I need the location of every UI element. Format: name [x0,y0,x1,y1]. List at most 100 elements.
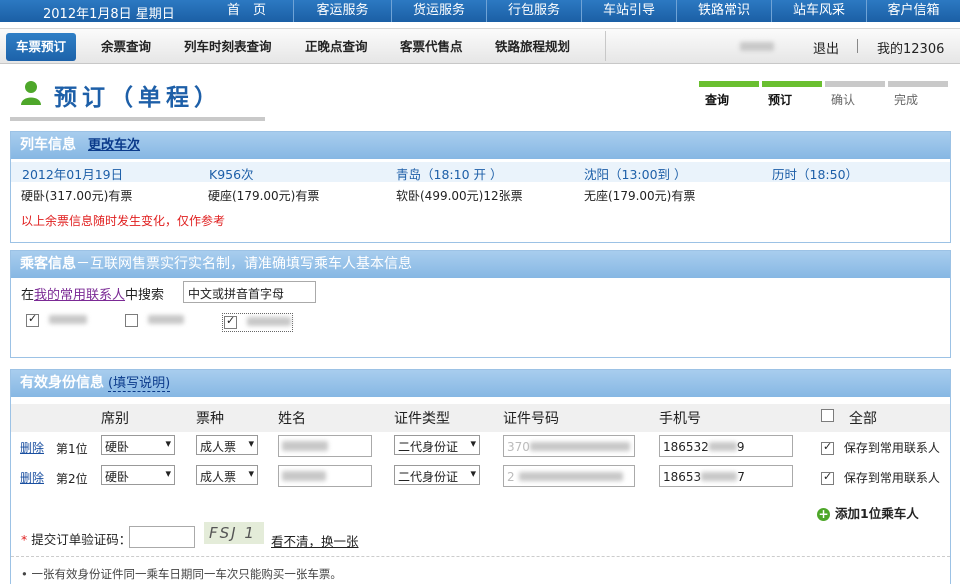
passenger-info-header: 乘客信息－互联网售票实行实名制，请准确填写乘车人基本信息 [11,251,950,278]
panel-note: －互联网售票实行实名制，请准确填写乘车人基本信息 [76,256,412,272]
phone-blurred [701,472,738,481]
phone-suffix: 7 [737,470,745,484]
passenger-info-panel: 乘客信息－互联网售票实行实名制，请准确填写乘车人基本信息 在我的常用联系人中搜索… [10,250,951,358]
travel-date: 2012年01月19日 [22,167,124,182]
add-passenger-button[interactable]: + 添加1位乘车人 [817,503,919,522]
captcha-label: * 提交订单验证码： [21,529,131,548]
seat-hard-seat: 硬座(179.00元)有票 [208,189,320,203]
phone-input[interactable]: 18653 7 [659,465,793,487]
sub-nav: 车票预订 余票查询 列车时刻表查询 正晚点查询 客票代售点 铁路旅程规划 退出 … [0,28,960,64]
delete-link[interactable]: 删除 [20,439,44,456]
save-contact-option[interactable]: 保存到常用联系人 [821,469,940,486]
user-icon [21,81,41,105]
col-name: 姓名 [278,411,306,427]
current-date: 2012年1月8日 星期日 [43,7,175,22]
col-seat-class: 席别 [101,411,129,427]
contact-search-label: 在我的常用联系人中搜索 [21,284,164,303]
id-info-panel: 有效身份信息 (填写说明) 席别 票种 姓名 证件类型 证件号码 手机号 全部 删… [10,369,951,584]
captcha-input[interactable] [129,526,195,548]
id-number-blurred [529,442,630,451]
contact-search-input[interactable]: 中文或拼音首字母 [183,281,316,303]
ticket-type-select[interactable]: 成人票 [196,465,258,485]
nav-rail-knowledge[interactable]: 铁路常识 [676,0,771,22]
panel-title: 列车信息 [20,137,76,153]
id-type-select[interactable]: 二代身份证 [394,435,480,455]
fill-instructions-link[interactable]: (填写说明) [108,376,171,392]
phone-prefix: 186532 [663,440,709,454]
save-contact-option[interactable]: 保存到常用联系人 [821,439,940,456]
id-prefix: 2 [507,470,515,484]
contact-item[interactable] [26,312,88,328]
tab-remaining-tickets[interactable]: 余票查询 [101,33,151,61]
step-label: 预订 [768,93,793,107]
delete-link[interactable]: 删除 [20,469,44,486]
my-account-link[interactable]: 我的12306 [877,38,944,57]
phone-suffix: 9 [736,440,745,454]
refresh-captcha-link[interactable]: 看不清，换一张 [271,531,359,550]
phone-prefix: 18653 [663,470,702,484]
seat-class-select[interactable]: 硬卧 [101,465,175,485]
captcha-label-text: 提交订单验证码： [31,532,132,547]
step-complete: 完成 [888,81,948,108]
page-title: 预订（单程） [54,85,222,111]
col-phone: 手机号 [659,411,701,427]
tab-trip-planner[interactable]: 铁路旅程规划 [495,33,570,61]
step-confirm: 确认 [825,81,885,108]
duration: 历时（18:50） [772,167,859,182]
panel-title: 乘客信息 [20,256,76,272]
contact-checkbox[interactable] [26,312,39,327]
contact-checkbox[interactable] [224,314,237,329]
change-train-link[interactable]: 更改车次 [88,138,140,153]
nav-mailbox[interactable]: 客户信箱 [866,0,960,22]
nav-home[interactable]: 首 页 [200,0,293,22]
tab-punctuality[interactable]: 正晚点查询 [305,33,368,61]
save-contact-checkbox[interactable] [821,470,834,485]
logout-link[interactable]: 退出 [813,38,839,57]
select-all-checkbox[interactable] [821,409,834,422]
contact-checkbox[interactable] [125,314,138,327]
name-input[interactable] [278,465,372,487]
plus-icon: + [817,507,830,521]
col-ticket-type: 票种 [196,411,224,427]
tab-ticket-agents[interactable]: 客票代售点 [400,33,463,61]
step-bar [699,81,759,87]
id-number-input[interactable]: 370 [503,435,635,457]
nav-station-gallery[interactable]: 站车风采 [771,0,866,22]
nav-freight-service[interactable]: 货运服务 [391,0,486,22]
step-label: 完成 [894,93,919,107]
nav-passenger-service[interactable]: 客运服务 [293,0,391,22]
select-all-label: 全部 [849,411,877,427]
seat-class-select[interactable]: 硬卧 [101,435,175,455]
save-contact-checkbox[interactable] [821,440,834,455]
label-text: 中搜索 [125,288,165,303]
top-nav: 首 页 客运服务 货运服务 行包服务 车站引导 铁路常识 站车风采 客户信箱 [200,0,960,22]
departure-station: 青岛（18:10 开 ） [396,167,503,182]
step-bar [825,81,885,87]
id-type-select[interactable]: 二代身份证 [394,465,480,485]
tab-timetable[interactable]: 列车时刻表查询 [184,33,272,61]
contact-item[interactable] [125,313,185,328]
save-contact-label: 保存到常用联系人 [843,441,940,455]
name-blurred [282,471,326,481]
passenger-row-1: 删除 第1位 硬卧 成人票 二代身份证 370 186532 9 保存到常用联系人 [11,435,950,459]
frequent-contacts-link[interactable]: 我的常用联系人 [34,288,125,303]
save-contact-label: 保存到常用联系人 [843,471,940,485]
name-input[interactable] [278,435,372,457]
nav-luggage-service[interactable]: 行包服务 [486,0,581,22]
table-header: 席别 票种 姓名 证件类型 证件号码 手机号 全部 [11,404,950,432]
passenger-position: 第2位 [56,472,88,486]
phone-input[interactable]: 186532 9 [659,435,793,457]
tab-ticket-booking[interactable]: 车票预订 [6,33,77,61]
id-number-input[interactable]: 2 [503,465,635,487]
captcha-image[interactable]: FSJ 1 [204,522,264,544]
step-booking: 预订 [762,81,822,108]
seat-no-seat: 无座(179.00元)有票 [584,189,696,203]
contact-item[interactable] [222,313,294,332]
step-bar [762,81,822,87]
ticket-type-select[interactable]: 成人票 [196,435,258,455]
id-info-header: 有效身份信息 (填写说明) [11,370,950,397]
train-number: K956次 [209,167,254,182]
nav-station-guide[interactable]: 车站引导 [581,0,676,22]
title-underline [10,117,265,121]
seat-hard-sleeper: 硬卧(317.00元)有票 [21,189,133,203]
